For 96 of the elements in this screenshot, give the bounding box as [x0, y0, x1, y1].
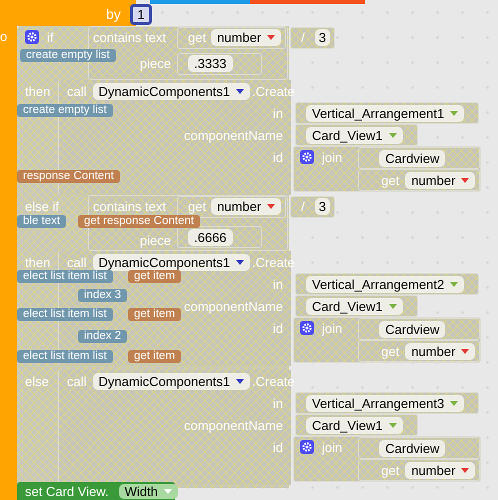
branch-label: else	[25, 374, 49, 388]
block-label: set Card View.	[25, 484, 109, 498]
block-label: piece	[140, 233, 171, 248]
number-block[interactable]: 1	[130, 4, 152, 25]
block-label: join	[322, 150, 342, 164]
faded-block: ble text	[17, 215, 66, 228]
component-dropdown[interactable]: Card_View1	[306, 126, 403, 144]
variable-dropdown[interactable]: number	[211, 198, 282, 215]
block-label: get	[381, 344, 400, 358]
faded-block: elect list item list	[17, 270, 113, 283]
block-label: call	[67, 84, 87, 98]
operator-label: /	[301, 199, 305, 214]
component-dropdown[interactable]: Vertical_Arrangement3	[306, 394, 464, 412]
faded-block: get item	[128, 270, 181, 283]
faded-block: get response Content	[78, 215, 200, 228]
divide-block[interactable]: / 3	[290, 196, 336, 218]
component-dropdown[interactable]: DynamicComponents1	[92, 254, 250, 270]
text-block[interactable]: Cardview	[358, 318, 480, 340]
branch-label: else if	[25, 198, 59, 214]
join-block[interactable]: join Cardview get number	[293, 317, 482, 363]
component-block[interactable]: Vertical_Arrangement3	[295, 392, 480, 414]
component-dropdown[interactable]: DynamicComponents1	[92, 82, 250, 100]
by-label: by	[106, 6, 121, 22]
component-dropdown[interactable]: DynamicComponents1	[92, 372, 250, 390]
component-dropdown[interactable]: Card_View1	[306, 298, 403, 314]
variable-dropdown[interactable]: number	[405, 342, 476, 360]
join-block[interactable]: join Cardview get number	[293, 436, 482, 482]
argument-label: componentName	[184, 298, 283, 314]
block-label: contains text	[93, 30, 167, 45]
argument-label: id	[272, 440, 283, 454]
block-label: call	[67, 374, 87, 388]
variable-dropdown[interactable]: number	[405, 462, 476, 478]
get-block[interactable]: get number	[358, 340, 480, 362]
settings-icon[interactable]	[25, 30, 39, 44]
faded-block: create empty list	[20, 49, 116, 62]
component-block[interactable]: Vertical_Arrangement1	[295, 102, 480, 124]
text-block[interactable]: Cardview	[358, 147, 480, 169]
faded-block: index 3	[78, 289, 128, 302]
branch-label: if	[47, 30, 54, 44]
block-label: get	[188, 30, 206, 45]
component-block[interactable]: Card_View1	[295, 414, 418, 436]
component-block[interactable]: Card_View1	[295, 295, 418, 317]
number-field[interactable]: 3	[314, 29, 330, 46]
variable-dropdown[interactable]: number	[405, 172, 476, 188]
join-block[interactable]: join Cardview get number	[293, 146, 482, 192]
get-block[interactable]: get number	[358, 459, 480, 481]
text-block[interactable]: .3333	[177, 52, 262, 74]
faded-block: elect list item list	[17, 350, 113, 363]
faded-block: elect list item list	[17, 308, 113, 321]
divide-block[interactable]: / 3	[290, 26, 336, 48]
property-dropdown[interactable]: Width	[118, 484, 178, 498]
argument-label: in	[272, 396, 283, 410]
argument-label: id	[272, 150, 283, 164]
text-field[interactable]: Cardview	[379, 320, 446, 338]
text-field[interactable]: .6666	[188, 228, 233, 246]
block-label: join	[322, 440, 342, 454]
settings-icon[interactable]	[300, 150, 314, 164]
block-label: call	[67, 254, 87, 270]
settings-icon[interactable]	[300, 321, 314, 335]
get-block[interactable]: get number	[177, 196, 286, 218]
block-label: get	[188, 199, 206, 214]
component-dropdown[interactable]: Vertical_Arrangement2	[306, 276, 464, 292]
argument-label: componentName	[184, 418, 283, 432]
do-label: o	[0, 29, 8, 44]
block-label: contains text	[93, 199, 167, 214]
settings-icon[interactable]	[300, 440, 314, 454]
faded-block: create empty list	[17, 104, 113, 117]
block-label: piece	[140, 56, 171, 71]
argument-label: id	[272, 320, 283, 336]
text-field[interactable]: .3333	[188, 55, 233, 72]
operator-label: /	[301, 30, 305, 45]
block-label: get	[381, 172, 400, 188]
get-block[interactable]: get number	[358, 169, 480, 191]
component-block[interactable]: Vertical_Arrangement2	[295, 273, 480, 295]
number-field[interactable]: 3	[314, 198, 330, 215]
text-block[interactable]: Cardview	[358, 437, 480, 459]
faded-block: get item	[128, 350, 181, 363]
faded-block: index 2	[78, 330, 128, 343]
faded-block: response Content	[17, 170, 120, 183]
component-block[interactable]: Card_View1	[295, 124, 418, 146]
get-block[interactable]: get number	[177, 26, 286, 48]
faded-block: get item	[128, 308, 181, 321]
branch-label: then	[25, 84, 50, 98]
branch-label: then	[25, 254, 50, 270]
component-dropdown[interactable]: Card_View1	[306, 416, 403, 434]
component-dropdown[interactable]: Vertical_Arrangement1	[306, 104, 464, 122]
text-field[interactable]: Cardview	[379, 440, 446, 456]
setter-block[interactable]: set Card View. Width	[17, 482, 175, 500]
block-label: get	[381, 462, 400, 478]
text-field[interactable]: Cardview	[379, 150, 446, 166]
variable-dropdown[interactable]: number	[211, 29, 282, 46]
argument-label: in	[272, 276, 283, 292]
argument-label: in	[272, 106, 283, 120]
text-block[interactable]: .6666	[177, 226, 262, 248]
block-label: join	[322, 320, 342, 336]
argument-label: componentName	[184, 128, 283, 142]
